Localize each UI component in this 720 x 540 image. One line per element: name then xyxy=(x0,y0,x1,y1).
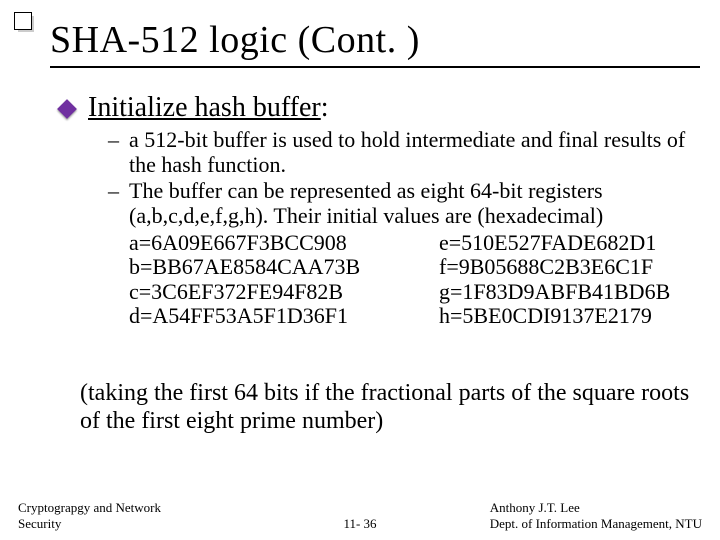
hex-col-right: e=510E527FADE682D1 f=9B05688C2B3E6C1F g=… xyxy=(439,231,670,330)
hex-c: c=3C6EF372FE94F82B xyxy=(129,280,439,305)
hex-e: e=510E527FADE682D1 xyxy=(439,231,670,256)
sub-bullet-2-group: The buffer can be represented as eight 6… xyxy=(129,179,700,329)
hex-h: h=5BE0CDI9137E2179 xyxy=(439,304,670,329)
sub-bullet-1: – a 512-bit buffer is used to hold inter… xyxy=(108,128,700,177)
sub-bullets: – a 512-bit buffer is used to hold inter… xyxy=(108,128,700,329)
heading-text: Initialize hash buffer: xyxy=(88,92,329,124)
slide: SHA-512 logic (Cont. ) Initialize hash b… xyxy=(0,0,720,540)
slide-title: SHA-512 logic (Cont. ) xyxy=(50,18,700,62)
heading-suffix: : xyxy=(321,92,329,123)
hex-f: f=9B05688C2B3E6C1F xyxy=(439,255,670,280)
footer-left-line2: Security xyxy=(18,516,161,532)
sub-bullet-1-text: a 512-bit buffer is used to hold interme… xyxy=(129,128,700,177)
hex-columns: a=6A09E667F3BCC908 b=BB67AE8584CAA73B c=… xyxy=(129,231,700,330)
footer-left: Cryptograpgy and Network Security xyxy=(18,500,161,532)
diamond-bullet-icon xyxy=(57,99,77,119)
hex-d: d=A54FF53A5F1D36F1 xyxy=(129,304,439,329)
hex-b: b=BB67AE8584CAA73B xyxy=(129,255,439,280)
footer-right-line2: Dept. of Information Management, NTU xyxy=(490,516,702,532)
hex-g: g=1F83D9ABFB41BD6B xyxy=(439,280,670,305)
footer-right-line1: Anthony J.T. Lee xyxy=(490,500,702,516)
dash-icon: – xyxy=(108,179,119,203)
hex-col-left: a=6A09E667F3BCC908 b=BB67AE8584CAA73B c=… xyxy=(129,231,439,330)
sub-bullet-2: – The buffer can be represented as eight… xyxy=(108,179,700,329)
footer-page-number: 11- 36 xyxy=(343,516,376,532)
hex-a: a=6A09E667F3BCC908 xyxy=(129,231,439,256)
footer-right: Anthony J.T. Lee Dept. of Information Ma… xyxy=(490,500,702,532)
content-area: Initialize hash buffer: – a 512-bit buff… xyxy=(60,92,700,329)
footer-left-line1: Cryptograpgy and Network xyxy=(18,500,161,516)
dash-icon: – xyxy=(108,128,119,152)
title-corner-box xyxy=(14,12,32,30)
title-bar: SHA-512 logic (Cont. ) xyxy=(50,18,700,68)
sub-bullet-2-text: The buffer can be represented as eight 6… xyxy=(129,179,700,228)
note-text: (taking the first 64 bits if the fractio… xyxy=(80,380,690,435)
heading-row: Initialize hash buffer: xyxy=(60,92,700,124)
heading-underlined: Initialize hash buffer xyxy=(88,92,321,123)
